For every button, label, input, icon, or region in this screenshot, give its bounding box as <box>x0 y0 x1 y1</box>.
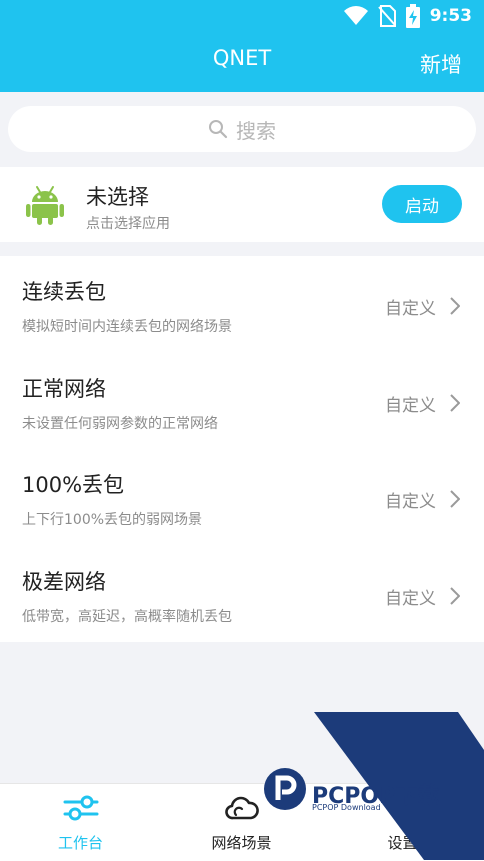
scene-title: 连续丢包 <box>22 280 106 304</box>
scene-title: 正常网络 <box>22 376 106 401</box>
battery-charging-icon <box>405 4 420 28</box>
status-bar: 9:53 <box>0 0 484 32</box>
scene-item-poor-network[interactable]: 极差网络 低带宽，高延迟，高概率随机丢包 自定义 <box>0 546 484 643</box>
search-input[interactable]: 搜索 <box>8 106 476 152</box>
status-icons: 9:53 <box>343 4 472 28</box>
scene-title: 100%丢包 <box>22 473 125 497</box>
scene-description: 低带宽，高延迟，高概率随机丢包 <box>22 608 232 625</box>
page-title: QNET <box>212 46 272 70</box>
scene-title: 极差网络 <box>22 569 106 594</box>
tab-workbench[interactable]: 工作台 <box>0 784 161 861</box>
add-button[interactable]: 新增 <box>420 49 462 79</box>
sliders-icon <box>63 795 98 821</box>
customize-link[interactable]: 自定义 <box>385 487 436 512</box>
no-sim-icon <box>377 5 396 27</box>
scene-description: 未设置任何弱网参数的正常网络 <box>22 415 218 432</box>
chevron-right-icon <box>450 586 460 605</box>
scene-list: 连续丢包 模拟短时间内连续丢包的网络场景 自定义 正常网络 未设置任何弱网参数的… <box>0 256 484 642</box>
scene-description: 上下行100%丢包的弱网场景 <box>22 512 203 528</box>
customize-link[interactable]: 自定义 <box>385 294 436 319</box>
watermark: PCPOP下载 PCPOP Download <box>260 712 484 860</box>
scene-item-full-loss[interactable]: 100%丢包 上下行100%丢包的弱网场景 自定义 <box>0 449 484 546</box>
wifi-icon <box>343 6 368 26</box>
app-selector[interactable]: 未选择 点击选择应用 启动 <box>0 167 484 242</box>
start-button[interactable]: 启动 <box>382 185 462 223</box>
chevron-right-icon <box>450 490 460 508</box>
scene-item-continuous-loss[interactable]: 连续丢包 模拟短时间内连续丢包的网络场景 自定义 <box>0 256 484 353</box>
customize-link[interactable]: 自定义 <box>385 391 436 416</box>
cloud-icon <box>224 796 259 820</box>
app-header: 9:53 QNET 新增 <box>0 0 484 92</box>
watermark-subtext: PCPOP Download <box>312 803 381 812</box>
search-icon <box>209 120 228 139</box>
scene-description: 模拟短时间内连续丢包的网络场景 <box>22 319 232 335</box>
app-title: 未选择 <box>86 185 149 209</box>
chevron-right-icon <box>450 393 460 412</box>
app-subtitle: 点击选择应用 <box>86 216 170 232</box>
search-placeholder: 搜索 <box>236 118 276 143</box>
chevron-right-icon <box>450 297 460 315</box>
android-icon <box>26 186 64 225</box>
watermark-logo-icon <box>264 768 306 810</box>
scene-item-normal-network[interactable]: 正常网络 未设置任何弱网参数的正常网络 自定义 <box>0 353 484 450</box>
tab-label: 工作台 <box>57 834 103 852</box>
status-time: 9:53 <box>429 6 472 26</box>
customize-link[interactable]: 自定义 <box>385 584 436 609</box>
